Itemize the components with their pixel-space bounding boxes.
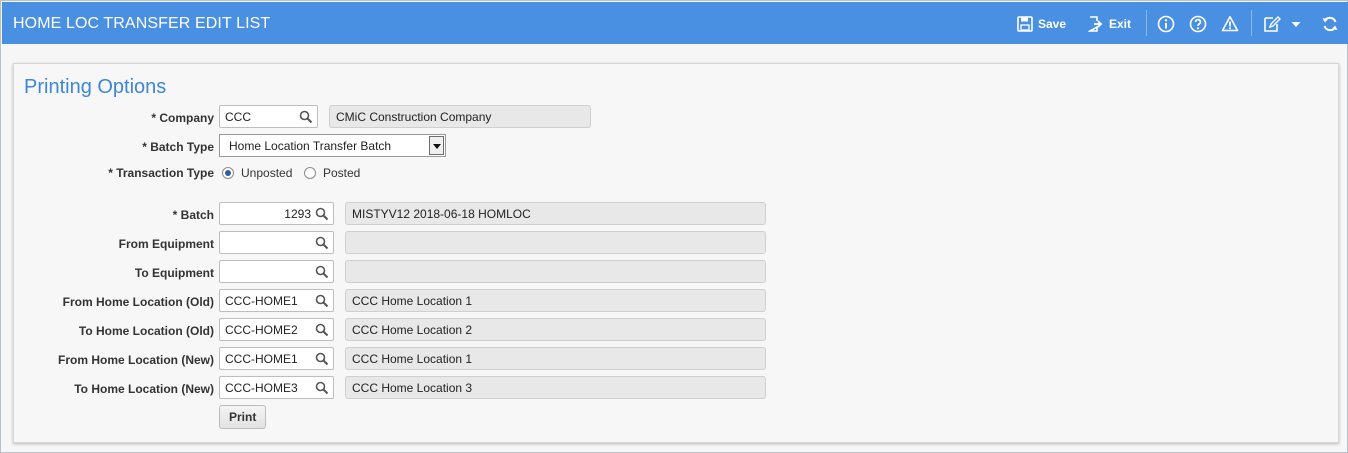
company-input[interactable]: CCC [219,105,318,128]
from-equipment-description [345,231,766,254]
from-equipment-input[interactable] [219,231,334,254]
to-home-location-old-description: CCC Home Location 2 [345,318,766,341]
from-home-location-old-input[interactable]: CCC-HOME1 [219,289,334,312]
info-icon[interactable] [1157,15,1175,33]
page-title: HOME LOC TRANSFER EDIT LIST [13,15,271,32]
batch-input[interactable]: 1293 [219,202,334,225]
company-description: CMiC Construction Company [329,105,591,128]
save-button[interactable]: Save [1017,14,1066,34]
transaction-type-label: * Transaction Type [108,166,214,180]
to-home-location-old-value: CCC-HOME2 [225,323,298,337]
company-description-value: CMiC Construction Company [336,110,492,124]
from-home-location-new-input[interactable]: CCC-HOME1 [219,347,334,370]
search-icon[interactable] [315,381,329,395]
app-window: HOME LOC TRANSFER EDIT LIST Save Exit Pr… [0,0,1348,453]
batch-type-value: Home Location Transfer Batch [229,139,392,153]
exit-icon [1088,16,1103,32]
print-button[interactable]: Print [219,405,267,429]
posted-radio[interactable] [304,167,316,179]
chevron-down-icon[interactable] [429,136,444,155]
from-home-location-new-description: CCC Home Location 1 [345,347,766,370]
search-icon[interactable] [315,207,329,221]
refresh-icon[interactable] [1321,15,1339,33]
from-home-location-old-description: CCC Home Location 1 [345,289,766,312]
to-home-location-new-description-value: CCC Home Location 3 [352,381,473,395]
to-equipment-input[interactable] [219,260,334,283]
from-home-location-new-label: From Home Location (New) [57,353,214,367]
toolbar-divider-2 [1251,10,1252,36]
panel-title: Printing Options [24,76,167,98]
toolbar-divider [1146,10,1147,36]
search-icon[interactable] [315,265,329,279]
search-icon[interactable] [315,294,329,308]
to-home-location-new-value: CCC-HOME3 [225,381,298,395]
title-bar: HOME LOC TRANSFER EDIT LIST Save Exit [2,2,1348,44]
from-home-location-new-description-value: CCC Home Location 1 [352,352,473,366]
search-icon[interactable] [315,236,329,250]
edit-icon[interactable] [1263,15,1281,33]
to-home-location-new-input[interactable]: CCC-HOME3 [219,376,334,399]
from-home-location-old-description-value: CCC Home Location 1 [352,294,473,308]
to-home-location-old-input[interactable]: CCC-HOME2 [219,318,334,341]
from-home-location-old-label: From Home Location (Old) [62,295,214,309]
batch-description: MISTYV12 2018-06-18 HOMLOC [345,202,766,225]
exit-button[interactable]: Exit [1088,14,1131,34]
printing-options-panel: Printing Options * Company CCC CMiC Cons… [13,63,1339,443]
to-home-location-new-description: CCC Home Location 3 [345,376,766,399]
to-equipment-label: To Equipment [134,266,214,280]
from-equipment-label: From Equipment [118,237,214,251]
company-value: CCC [225,110,251,124]
warning-icon[interactable] [1221,15,1239,33]
unposted-label: Unposted [241,166,293,180]
posted-label: Posted [323,166,361,180]
from-home-location-old-value: CCC-HOME1 [225,294,298,308]
exit-label: Exit [1109,17,1132,31]
batch-type-label: * Batch Type [142,140,214,154]
from-home-location-new-value: CCC-HOME1 [225,352,298,366]
batch-value: 1293 [284,207,311,221]
unposted-radio[interactable] [222,167,234,179]
help-icon[interactable] [1189,15,1207,33]
to-equipment-description [345,260,766,283]
search-icon[interactable] [299,110,313,124]
save-label: Save [1038,17,1067,31]
save-icon [1017,16,1033,32]
company-label: * Company [151,111,214,125]
batch-description-value: MISTYV12 2018-06-18 HOMLOC [352,207,531,221]
chevron-down-icon[interactable] [1290,15,1302,33]
batch-label: * Batch [172,208,214,222]
search-icon[interactable] [315,323,329,337]
search-icon[interactable] [315,352,329,366]
to-home-location-old-label: To Home Location (Old) [78,324,214,338]
to-home-location-old-description-value: CCC Home Location 2 [352,323,473,337]
to-home-location-new-label: To Home Location (New) [74,382,214,396]
batch-type-select[interactable]: Home Location Transfer Batch [219,134,446,157]
